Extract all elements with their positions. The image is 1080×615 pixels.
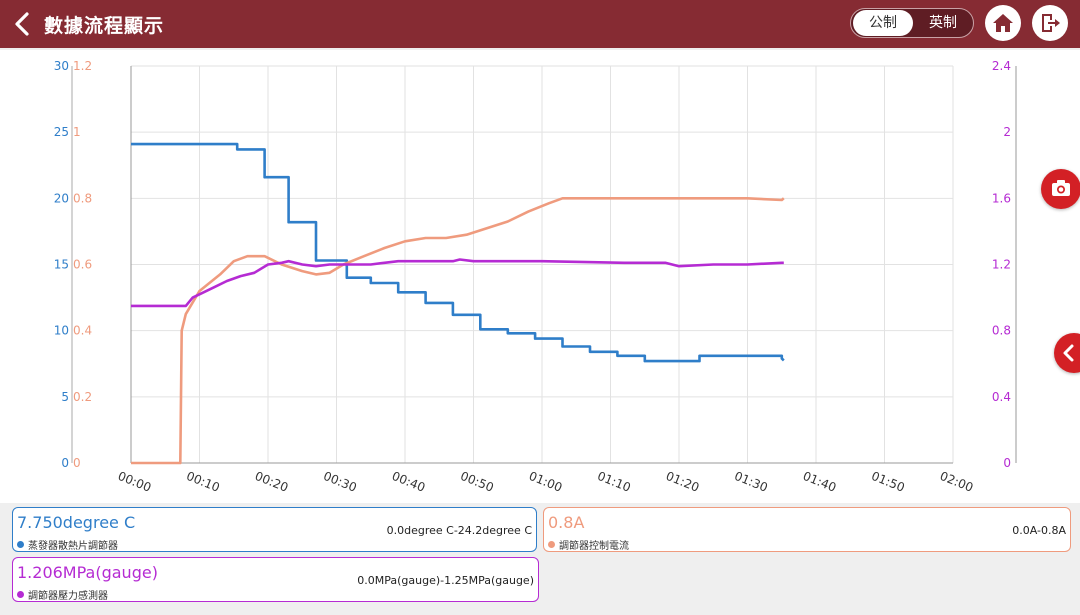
x-tick-label: 00:30: [321, 469, 358, 495]
data-card-evaporator[interactable]: 7.750degree C 蒸發器散熱片調節器 0.0degree C-24.2…: [12, 507, 537, 552]
y-tick-label: 0.8: [992, 324, 1011, 338]
legend-dot: [17, 541, 24, 548]
unit-toggle[interactable]: 公制 英制: [850, 8, 974, 38]
chevron-left-icon: [1063, 344, 1074, 362]
chart-panel: 00:00 00:10 00:20 00:30 00:40 00:50 01:00 01:10…: [0, 50, 1080, 503]
y-tick-label: 0: [73, 456, 81, 470]
y-tick-label: 0.8: [73, 191, 92, 205]
card-value: 7.750degree C: [17, 513, 136, 532]
card-value: 0.8A: [548, 513, 585, 532]
x-tick-label: 01:00: [527, 469, 564, 495]
legend-dot: [548, 541, 555, 548]
y-tick-label: 2.4: [992, 59, 1011, 73]
legend-dot: [17, 591, 24, 598]
y-tick-label: 0.2: [73, 390, 92, 404]
y-tick-label: 30: [54, 59, 69, 73]
line-chart: 00:00 00:10 00:20 00:30 00:40 00:50 01:00 01:10…: [54, 59, 1017, 495]
y-tick-label: 0.4: [73, 324, 92, 338]
y-tick-label: 20: [54, 191, 69, 205]
data-card-control-current[interactable]: 0.8A 調節器控制電流 0.0A-0.8A: [543, 507, 1071, 552]
data-card-pressure-sensor[interactable]: 1.206MPa(gauge) 調節器壓力感測器 0.0MPa(gauge)-1…: [12, 557, 539, 602]
expand-panel-button[interactable]: [1054, 333, 1080, 373]
y-tick-label: 25: [54, 125, 69, 139]
card-label: 蒸發器散熱片調節器: [17, 537, 118, 552]
home-icon: [993, 14, 1013, 32]
x-tick-label: 01:40: [801, 469, 838, 495]
page-title: 數據流程顯示: [44, 15, 165, 37]
exit-button[interactable]: [1032, 5, 1068, 41]
card-range: 0.0degree C-24.2degree C: [386, 524, 532, 537]
home-button[interactable]: [985, 5, 1021, 41]
card-range: 0.0MPa(gauge)-1.25MPa(gauge): [357, 574, 534, 587]
x-tick-label: 00:50: [458, 469, 495, 495]
y-tick-label: 10: [54, 324, 69, 338]
card-range: 0.0A-0.8A: [1012, 524, 1066, 537]
x-tick-label: 00:00: [116, 469, 153, 495]
top-bar: 數據流程顯示 公制 英制: [0, 0, 1080, 48]
unit-metric-button[interactable]: 公制: [853, 10, 913, 36]
x-tick-label: 00:40: [390, 469, 427, 495]
y-tick-label: 0.4: [992, 390, 1011, 404]
y-tick-label: 0: [61, 456, 69, 470]
y-tick-label: 1: [73, 125, 81, 139]
y-tick-label: 5: [61, 390, 69, 404]
unit-imperial-button[interactable]: 英制: [913, 10, 973, 36]
x-tick-label: 00:20: [253, 469, 290, 495]
camera-button[interactable]: [1041, 169, 1080, 209]
y-tick-label: 1.2: [992, 258, 1011, 272]
x-tick-label: 02:00: [938, 469, 975, 495]
chevron-left-icon: [15, 12, 29, 36]
y-tick-label: 15: [54, 258, 69, 272]
y-tick-label: 1.6: [992, 191, 1011, 205]
x-tick-label: 01:20: [664, 469, 701, 495]
x-tick-label: 01:10: [595, 469, 632, 495]
x-tick-label: 00:10: [184, 469, 221, 495]
card-label: 調節器壓力感測器: [17, 587, 108, 602]
y-tick-label: 0: [1003, 456, 1011, 470]
camera-icon: [1052, 180, 1070, 196]
y-tick-label: 2: [1003, 125, 1011, 139]
x-tick-label: 01:50: [869, 469, 906, 495]
card-label: 調節器控制電流: [548, 537, 629, 552]
x-tick-label: 01:30: [732, 469, 769, 495]
card-value: 1.206MPa(gauge): [17, 563, 158, 582]
series-line: [131, 142, 785, 363]
back-button[interactable]: [10, 9, 34, 39]
y-tick-label: 0.6: [73, 258, 92, 272]
y-tick-label: 1.2: [73, 59, 92, 73]
exit-icon: [1042, 14, 1060, 32]
